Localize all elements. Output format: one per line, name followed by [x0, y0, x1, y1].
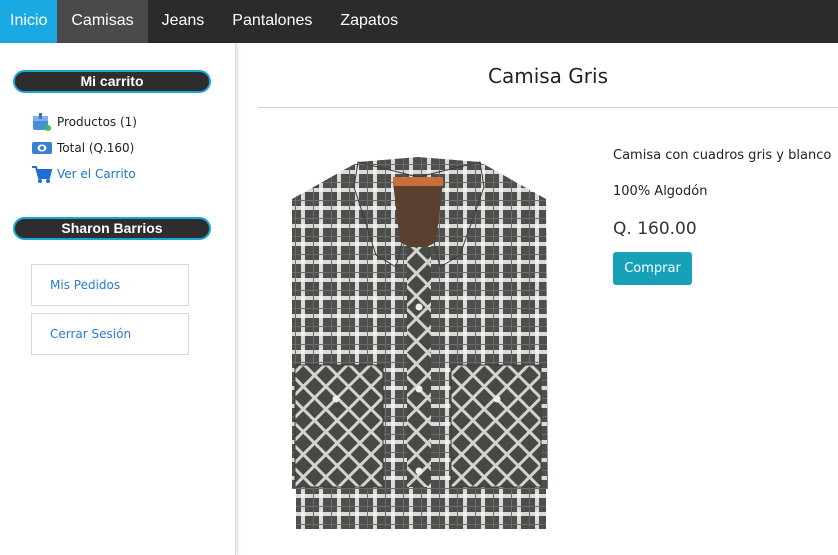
title-divider — [258, 107, 838, 108]
product-description: Camisa con cuadros gris y blanco — [613, 148, 832, 163]
product-material: 100% Algodón — [613, 184, 708, 199]
sidebar: Mi carrito Productos (1) Total (Q.160) V… — [0, 43, 236, 555]
nav-item-zapatos[interactable]: Zapatos — [326, 0, 412, 43]
product-title: Camisa Gris — [488, 64, 608, 88]
product-price: Q. 160.00 — [613, 219, 697, 239]
product-image — [258, 127, 591, 555]
cart-products-row: Productos (1) — [31, 112, 137, 132]
cart-total-label: Total (Q.160) — [57, 141, 135, 155]
nav-item-jeans[interactable]: Jeans — [148, 0, 219, 43]
cart-heading: Mi carrito — [13, 70, 211, 93]
my-orders-link[interactable]: Mis Pedidos — [31, 264, 189, 306]
box-icon — [31, 112, 53, 132]
top-navigation: Inicio Camisas Jeans Pantalones Zapatos — [0, 0, 838, 43]
nav-item-inicio[interactable]: Inicio — [0, 0, 58, 43]
buy-button[interactable]: Comprar — [613, 252, 692, 285]
shopping-cart-icon — [31, 164, 53, 184]
cart-total-row: Total (Q.160) — [31, 138, 134, 158]
cart-products-label: Productos (1) — [57, 115, 137, 129]
view-cart-label: Ver el Carrito — [57, 167, 136, 181]
money-icon — [31, 138, 53, 158]
user-name-heading: Sharon Barrios — [13, 217, 211, 240]
nav-item-camisas[interactable]: Camisas — [57, 0, 148, 43]
logout-link[interactable]: Cerrar Sesión — [31, 313, 189, 355]
nav-item-pantalones[interactable]: Pantalones — [218, 0, 326, 43]
view-cart-link[interactable]: Ver el Carrito — [31, 164, 136, 184]
